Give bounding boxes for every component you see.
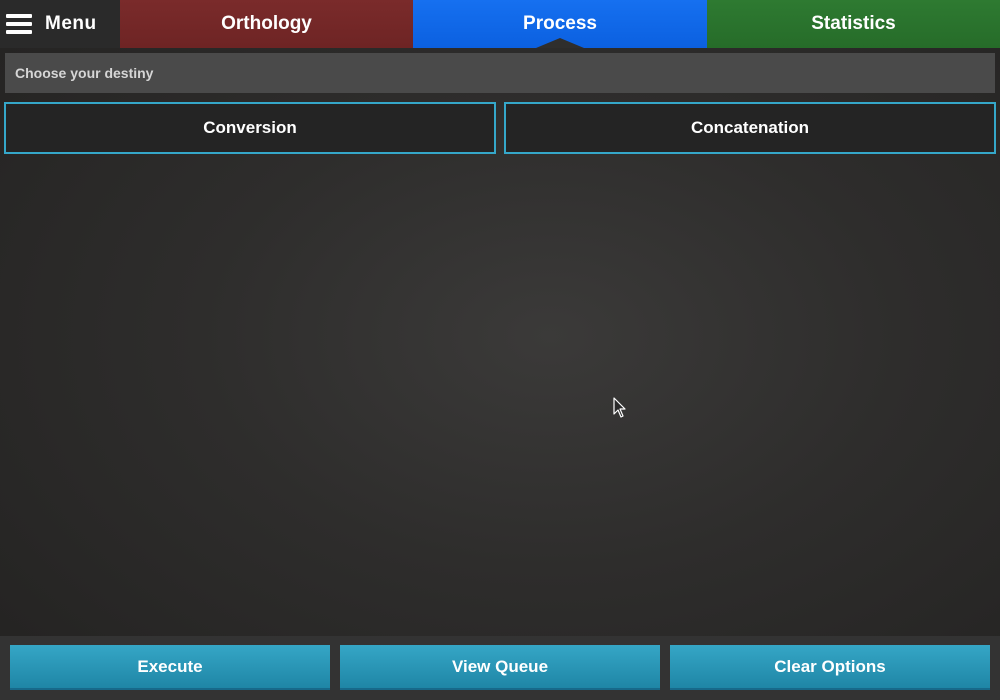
tab-process-label: Process (523, 13, 597, 34)
tab-orthology-label: Orthology (221, 13, 312, 34)
view-queue-button[interactable]: View Queue (340, 645, 660, 690)
active-tab-indicator (536, 38, 584, 48)
menu-label: Menu (45, 13, 97, 34)
conversion-label: Conversion (203, 118, 297, 137)
top-navigation: Menu Orthology Process Statistics (0, 0, 1000, 48)
bottom-action-bar: Execute View Queue Clear Options (0, 636, 1000, 700)
page-subtitle: Choose your destiny (15, 65, 154, 81)
concatenation-label: Concatenation (690, 118, 810, 137)
page-subtitle-bar: Choose your destiny (5, 53, 995, 93)
clear-options-label: Clear Options (774, 656, 886, 676)
clear-options-button[interactable]: Clear Options (670, 645, 990, 690)
execute-button[interactable]: Execute (10, 645, 330, 690)
concatenation-button[interactable]: Concatenation (504, 102, 996, 154)
mouse-pointer-icon (613, 397, 626, 418)
conversion-button[interactable]: Conversion (4, 102, 496, 154)
hamburger-icon (6, 14, 32, 34)
execute-label: Execute (137, 656, 203, 676)
tab-statistics-label: Statistics (811, 13, 896, 34)
tab-statistics[interactable]: Statistics (707, 0, 1000, 48)
app-window: Menu Orthology Process Statistics Choose… (0, 0, 1000, 700)
menu-button[interactable]: Menu (0, 0, 120, 48)
view-queue-label: View Queue (451, 656, 549, 676)
tab-orthology[interactable]: Orthology (120, 0, 413, 48)
tab-process[interactable]: Process (413, 0, 707, 48)
